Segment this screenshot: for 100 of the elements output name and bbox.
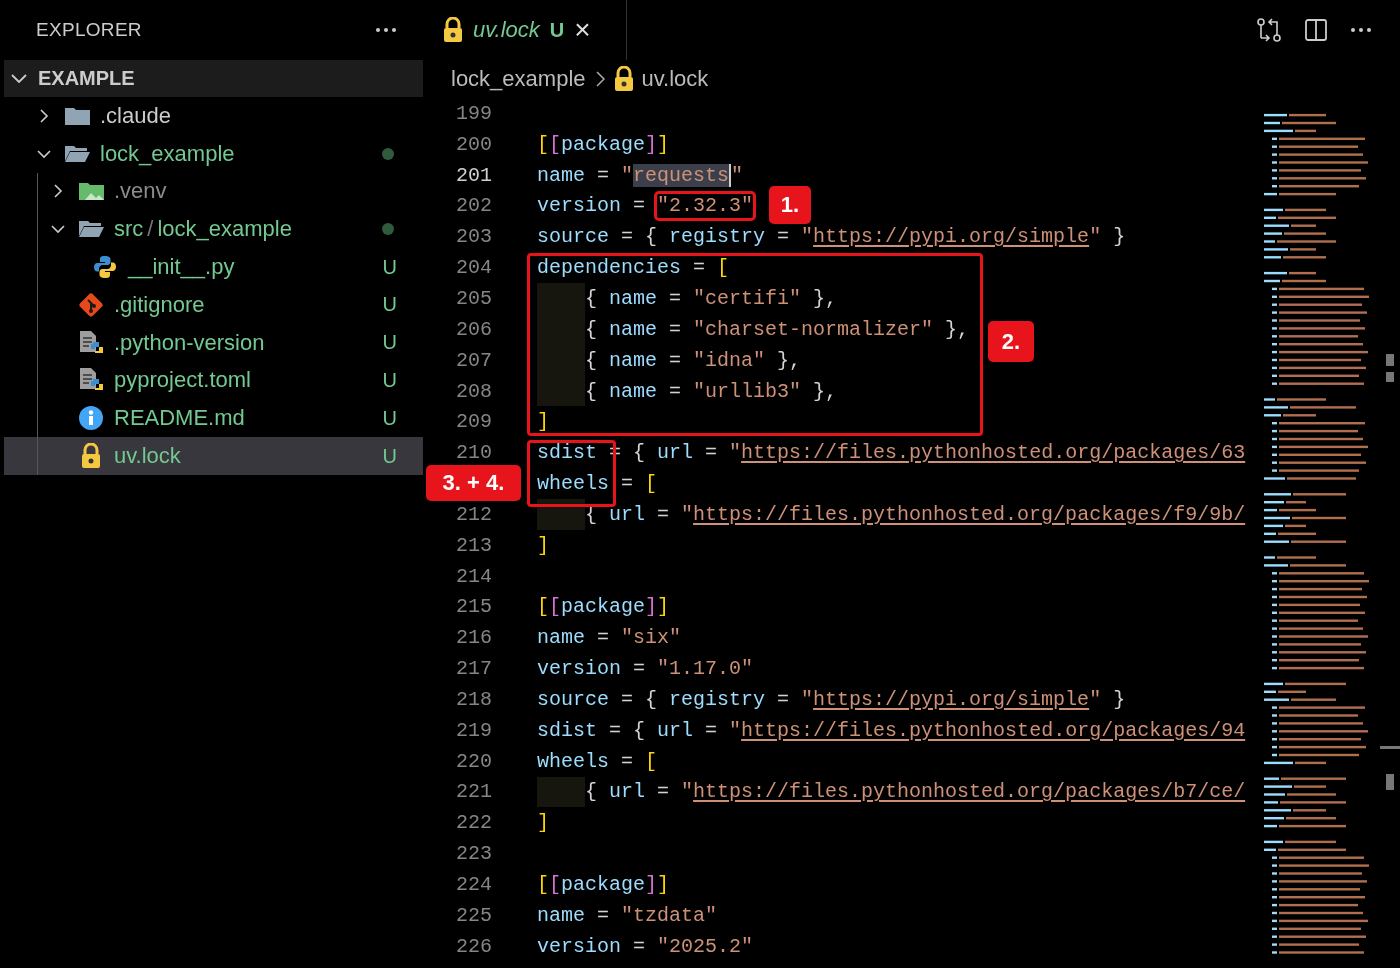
more-icon[interactable] [1350,27,1372,33]
chevron-right-icon [593,70,606,88]
line-number: 218 [455,687,492,711]
line-number: 224 [455,873,492,896]
line-number: 199 [455,101,492,125]
line-number: 205 [455,287,492,310]
line-number: 221 [455,780,492,804]
line-number: 206 [455,317,492,341]
tree-item-label: .venv [114,178,167,205]
tree-item-label: lock_example [100,140,235,167]
code-line: { name = "charset-normalizer" }, [585,316,971,343]
tree-item[interactable]: .claude [4,97,423,135]
tree-item[interactable]: src / lock_example [4,210,423,249]
python-file-icon [78,329,104,356]
lock-icon [613,66,634,92]
split-editor-icon[interactable] [1304,18,1328,42]
line-number: 213 [455,533,492,557]
line-number: 220 [455,749,492,773]
workspace-header[interactable]: EXAMPLE [4,60,423,97]
line-number: 207 [455,348,492,372]
code-line: [[package]] [537,594,671,621]
code-line: { url = "https://files.pythonhosted.org/packages/b7/ce/ [585,779,1247,806]
breadcrumb-item[interactable]: lock_example [451,66,586,92]
breadcrumb-item[interactable]: uv.lock [641,66,709,92]
tree-item[interactable]: .gitignore U [4,286,423,324]
line-number: 214 [455,564,492,588]
code-line: ] [537,409,550,436]
tree-item[interactable]: pyproject.toml U [4,361,423,400]
tree-item[interactable]: __init__.py U [4,248,423,286]
close-button[interactable]: × [574,16,591,44]
line-number: 208 [455,379,492,403]
lock-icon [81,443,101,470]
tree-item-label: __init__.py [128,254,235,281]
code-line: [[package]] [537,872,671,898]
tree-item-label: .python-version [114,329,265,356]
tree-item[interactable]: uv.lock U [4,437,423,475]
explorer-title: EXPLORER [36,19,142,41]
git-status: U [382,368,397,392]
code-line: sdist = { url = "https://files.pythonhosted.org/packages/94 [537,717,1247,744]
code-line: name = "six" [537,625,683,652]
code-line: version = "2.32.3" [537,190,764,222]
line-number: 203 [455,225,492,249]
code-line: dependencies = [ [537,255,731,282]
git-status: U [382,331,397,355]
line-number: 216 [455,626,492,650]
info-icon [79,406,103,431]
tree-item[interactable]: .python-version U [4,323,423,362]
tree-item-label: .gitignore [114,291,205,318]
code-line: name = "tzdata" [537,902,719,929]
more-icon[interactable] [375,27,397,33]
editor-tab[interactable]: uv.lock U × [425,0,627,60]
code-line: name = "requests" [537,162,745,189]
line-number: 212 [455,502,492,526]
line-number: 226 [455,934,492,958]
code-line: source = { registry = "https://pypi.org/simple" } [537,686,1127,713]
line-number: 201 [455,163,492,187]
code-line: ] [537,532,550,559]
python-icon [93,255,117,280]
line-number: 225 [455,903,492,927]
folder-open-icon [78,220,104,239]
tree-item-label: README.md [114,405,245,432]
line-number: 202 [455,194,492,218]
line-number: 200 [455,132,492,156]
line-number: 223 [455,842,492,866]
code-line: { name = "idna" }, [585,347,803,374]
line-number: 219 [455,718,492,742]
lock-icon [443,17,463,43]
code-line: wheels = [ [537,748,659,775]
line-number: 222 [455,811,492,835]
tree-item-label: uv.lock [114,443,181,470]
code-line: [[package]] [537,131,671,158]
code-line: { name = "certifi" }, [585,286,839,312]
git-status: U [382,255,397,279]
git-status: U [549,18,565,42]
annotation-label: 2. [988,321,1034,362]
code-line: source = { registry = "https://pypi.org/simple" } [537,224,1127,251]
tab-title: uv.lock [473,17,540,43]
line-number: 204 [455,256,492,280]
git-status: U [382,293,397,317]
annotation-label: 1. [769,186,811,224]
git-status: U [382,444,397,468]
code-line: version = "2025.2" [537,933,755,960]
tree-item-label: pyproject.toml [114,367,251,394]
tree-item[interactable]: lock_example [4,134,423,173]
tree-item[interactable]: .venv [4,172,423,211]
annotation-label: 3. + 4. [426,465,521,501]
code-line: { name = "urllib3" }, [585,378,839,405]
folder-open-icon [64,144,90,163]
line-number: 209 [455,410,492,434]
code-line: ] [537,810,550,837]
line-number: 215 [455,595,492,619]
tree-item-label: src / lock_example [114,216,292,243]
folder-icon [64,106,90,125]
code-line: version = "1.17.0" [537,656,755,683]
tree-item[interactable]: README.md U [4,399,423,438]
line-number: 210 [455,441,492,465]
compare-changes-icon[interactable] [1256,17,1282,43]
line-number: 217 [455,657,492,681]
code-line: wheels = [ [537,471,659,498]
git-status: U [382,406,397,430]
